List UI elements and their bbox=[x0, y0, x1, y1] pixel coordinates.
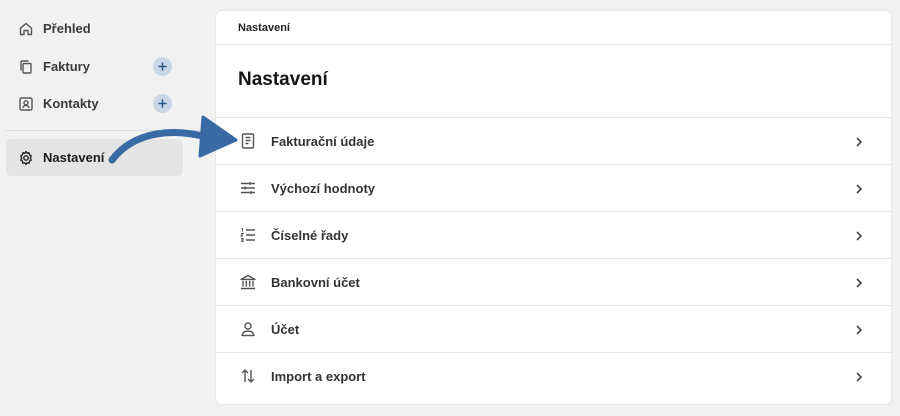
settings-row-label: Bankovní účet bbox=[271, 274, 360, 290]
bank-icon bbox=[238, 272, 258, 292]
sliders-icon bbox=[238, 178, 258, 198]
page-title: Nastavení bbox=[238, 69, 328, 90]
settings-row-label: Fakturační údaje bbox=[271, 133, 375, 149]
sidebar-item-faktury[interactable]: Faktury bbox=[6, 48, 183, 85]
sidebar-item-label: Kontakty bbox=[43, 96, 99, 111]
chevron-right-icon bbox=[853, 182, 865, 194]
user-icon bbox=[238, 319, 258, 339]
chevron-right-icon bbox=[853, 370, 865, 382]
documents-icon bbox=[18, 59, 34, 75]
settings-row-import-export[interactable]: Import a export bbox=[216, 352, 891, 399]
settings-row-label: Účet bbox=[271, 321, 300, 337]
settings-row-label: Výchozí hodnoty bbox=[271, 180, 375, 196]
settings-panel: Nastavení Nastavení Fakturační údaje Výc… bbox=[216, 11, 891, 404]
sidebar-item-label: Přehled bbox=[43, 21, 91, 36]
gear-icon bbox=[18, 150, 34, 166]
settings-row-ucet[interactable]: Účet bbox=[216, 305, 891, 352]
sidebar-item-nastaveni[interactable]: Nastavení bbox=[6, 139, 183, 176]
contact-card-icon bbox=[18, 96, 34, 112]
chevron-right-icon bbox=[853, 323, 865, 335]
breadcrumb: Nastavení bbox=[238, 22, 290, 34]
sidebar-item-prehled[interactable]: Přehled bbox=[6, 10, 183, 47]
numbered-list-icon bbox=[238, 225, 258, 245]
settings-row-label: Číselné řady bbox=[271, 227, 349, 243]
chevron-right-icon bbox=[853, 276, 865, 288]
settings-row-vychozi-hodnoty[interactable]: Výchozí hodnoty bbox=[216, 164, 891, 211]
sidebar-item-label: Faktury bbox=[43, 59, 90, 74]
home-icon bbox=[18, 21, 34, 37]
breadcrumb-divider bbox=[216, 44, 891, 45]
settings-row-fakturacni-udaje[interactable]: Fakturační údaje bbox=[216, 117, 891, 164]
settings-row-bankovni-ucet[interactable]: Bankovní účet bbox=[216, 258, 891, 305]
sidebar-item-label: Nastavení bbox=[43, 150, 105, 165]
add-invoice-button[interactable] bbox=[153, 57, 172, 76]
receipt-icon bbox=[238, 131, 258, 151]
settings-row-ciselne-rady[interactable]: Číselné řady bbox=[216, 211, 891, 258]
settings-list: Fakturační údaje Výchozí hodnoty Číselné… bbox=[216, 117, 891, 399]
swap-arrows-icon bbox=[238, 366, 258, 386]
sidebar-divider bbox=[6, 130, 200, 131]
sidebar: Přehled Faktury Kontakty Nastavení bbox=[0, 0, 200, 416]
chevron-right-icon bbox=[853, 229, 865, 241]
sidebar-item-kontakty[interactable]: Kontakty bbox=[6, 85, 183, 122]
add-contact-button[interactable] bbox=[153, 94, 172, 113]
settings-row-label: Import a export bbox=[271, 368, 366, 384]
chevron-right-icon bbox=[853, 135, 865, 147]
